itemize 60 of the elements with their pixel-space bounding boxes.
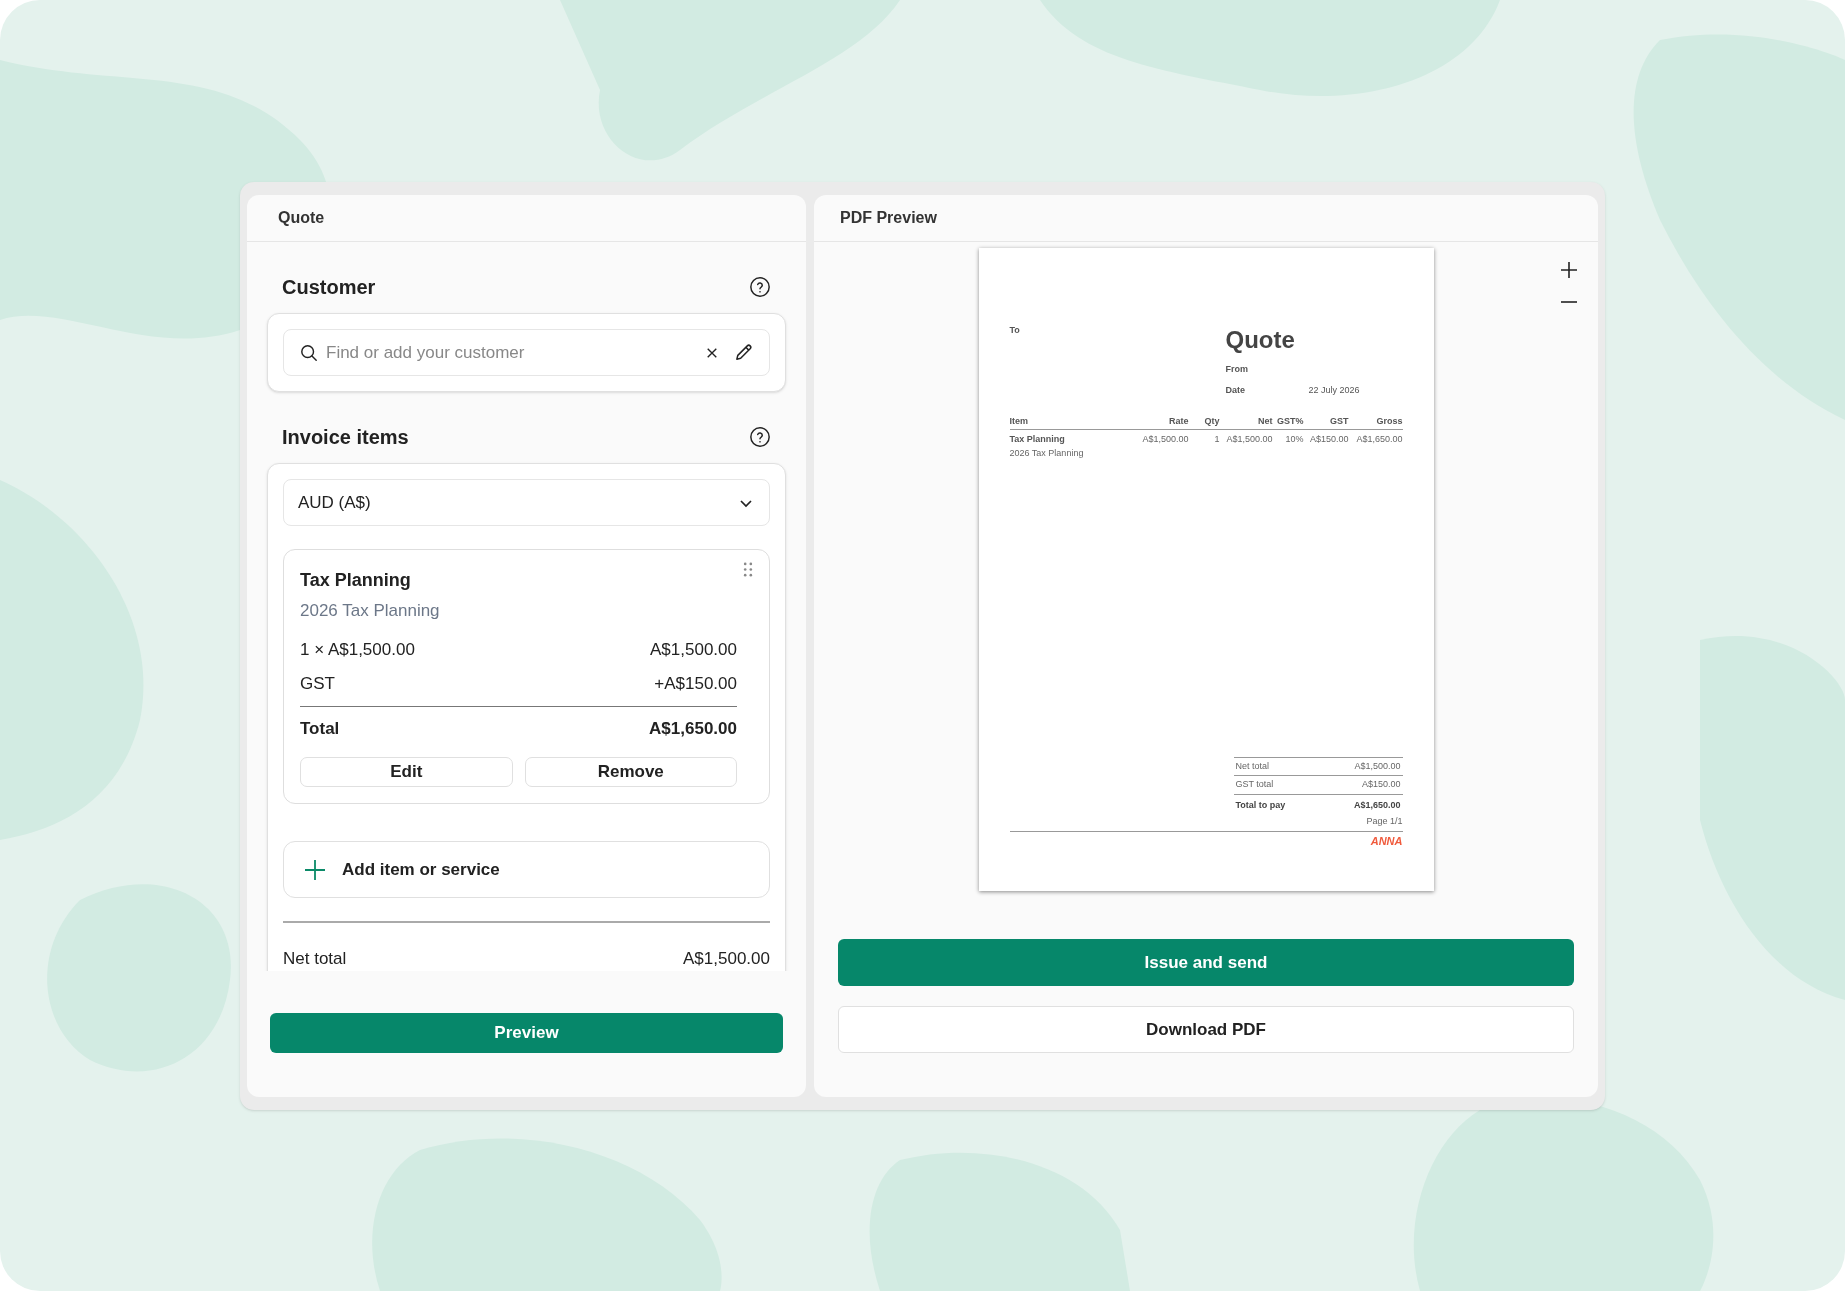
tax-amount: +A$150.00 xyxy=(654,673,737,695)
tax-label: GST xyxy=(300,673,335,695)
search-icon xyxy=(300,343,318,362)
table-cell-text: A$1,650.00 xyxy=(1355,434,1403,445)
column-header: GST% xyxy=(1276,416,1304,427)
panel-title: PDF Preview xyxy=(840,208,937,228)
add-item-button[interactable]: Add item or service xyxy=(283,841,770,898)
net-total-label: Net total xyxy=(283,948,347,970)
total-value: A$1,650.00 xyxy=(1353,798,1401,812)
currency-dropdown[interactable]: AUD (A$) xyxy=(283,479,770,526)
table-cell-text: A$1,500.00 xyxy=(1141,434,1189,445)
table-cell-text: A$1,500.00 xyxy=(1225,434,1273,445)
amount: A$1,500.00 xyxy=(650,639,737,661)
field-label: Date xyxy=(1225,385,1246,396)
item-action-button[interactable]: Remove xyxy=(524,757,737,787)
drag-handle-icon[interactable] xyxy=(743,562,753,577)
help-icon[interactable] xyxy=(749,276,771,298)
item-action-button[interactable]: Edit xyxy=(300,757,513,787)
close-icon[interactable] xyxy=(706,346,718,359)
row-description: 2026 Tax Planning xyxy=(1009,448,1085,459)
column-header: Rate xyxy=(1168,416,1189,427)
total-label: Net total xyxy=(1235,759,1270,773)
item-description: 2026 Tax Planning xyxy=(300,600,441,622)
total-label: GST total xyxy=(1235,778,1274,791)
column-header: Item xyxy=(1009,416,1029,427)
table-cell-text: 1 xyxy=(1213,434,1220,445)
table-cell-text: 10% xyxy=(1284,434,1304,445)
to-label: To xyxy=(1009,324,1021,337)
section-heading: Invoice items xyxy=(282,425,409,450)
brand-logo: ANNA xyxy=(1370,835,1403,847)
column-header: Qty xyxy=(1203,416,1220,427)
download-button[interactable]: Download PDF xyxy=(838,1006,1574,1053)
total-value: A$1,500.00 xyxy=(1354,759,1401,773)
total-label: Total xyxy=(300,718,340,740)
table-cell-text: A$150.00 xyxy=(1308,434,1349,445)
total-label: Total to pay xyxy=(1235,798,1286,812)
total-amount: A$1,650.00 xyxy=(649,718,737,740)
search-field[interactable]: Find or add your customer xyxy=(326,339,698,366)
column-header: GST xyxy=(1329,416,1349,427)
item-name: Tax Planning xyxy=(300,569,412,592)
help-icon[interactable] xyxy=(749,426,771,448)
zoom-in-icon[interactable] xyxy=(1560,261,1578,279)
panel-title: Quote xyxy=(278,208,325,228)
zoom-out-icon[interactable] xyxy=(1560,300,1578,304)
table-cell-text: Tax Planning xyxy=(1009,434,1066,445)
quantity-line: 1 × A$1,500.00 xyxy=(300,639,415,661)
issue-send-button[interactable]: Issue and send xyxy=(838,939,1574,986)
field-value: 22 July 2026 xyxy=(1308,385,1360,396)
preview-button[interactable]: Preview xyxy=(270,1013,783,1053)
field-label: From xyxy=(1225,364,1249,375)
search-bar[interactable]: Find or add your customer xyxy=(283,329,770,376)
pencil-icon[interactable] xyxy=(734,343,753,362)
net-total-amount: A$1,500.00 xyxy=(683,948,770,970)
document-title: Quote xyxy=(1225,326,1296,354)
plus-icon xyxy=(304,858,326,881)
section-heading: Customer xyxy=(282,275,376,300)
column-header: Gross xyxy=(1375,416,1403,427)
total-value: A$150.00 xyxy=(1361,778,1401,791)
column-header: Net xyxy=(1257,416,1273,427)
page-number: Page 1/1 xyxy=(1366,815,1403,828)
